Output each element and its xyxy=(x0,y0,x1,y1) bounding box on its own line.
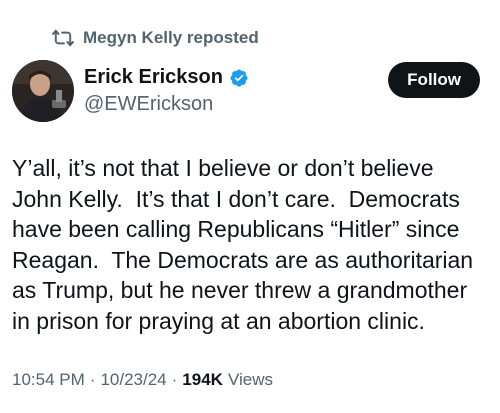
views-count[interactable]: 194K xyxy=(182,370,223,390)
repost-indicator[interactable]: Megyn Kelly reposted xyxy=(52,28,259,48)
tweet-text: Y’all, it’s not that I believe or don’t … xyxy=(12,155,480,334)
meta-separator-2: · xyxy=(171,370,178,389)
author-block[interactable]: Erick Erickson @EWErickson xyxy=(84,66,249,116)
meta-separator: · xyxy=(89,370,96,389)
repost-icon xyxy=(52,29,74,47)
follow-button[interactable]: Follow xyxy=(388,62,480,98)
author-handle[interactable]: @EWErickson xyxy=(84,93,249,116)
verified-badge-icon xyxy=(229,68,249,88)
tweet-meta: 10:54 PM · 10/23/24 · 194K Views xyxy=(12,370,273,390)
repost-label: Megyn Kelly reposted xyxy=(83,28,259,47)
views-label: Views xyxy=(227,370,273,389)
avatar[interactable] xyxy=(12,60,74,122)
author-display-name[interactable]: Erick Erickson xyxy=(84,66,223,89)
tweet-date[interactable]: 10/23/24 xyxy=(100,370,166,390)
tweet-time[interactable]: 10:54 PM xyxy=(12,370,85,390)
